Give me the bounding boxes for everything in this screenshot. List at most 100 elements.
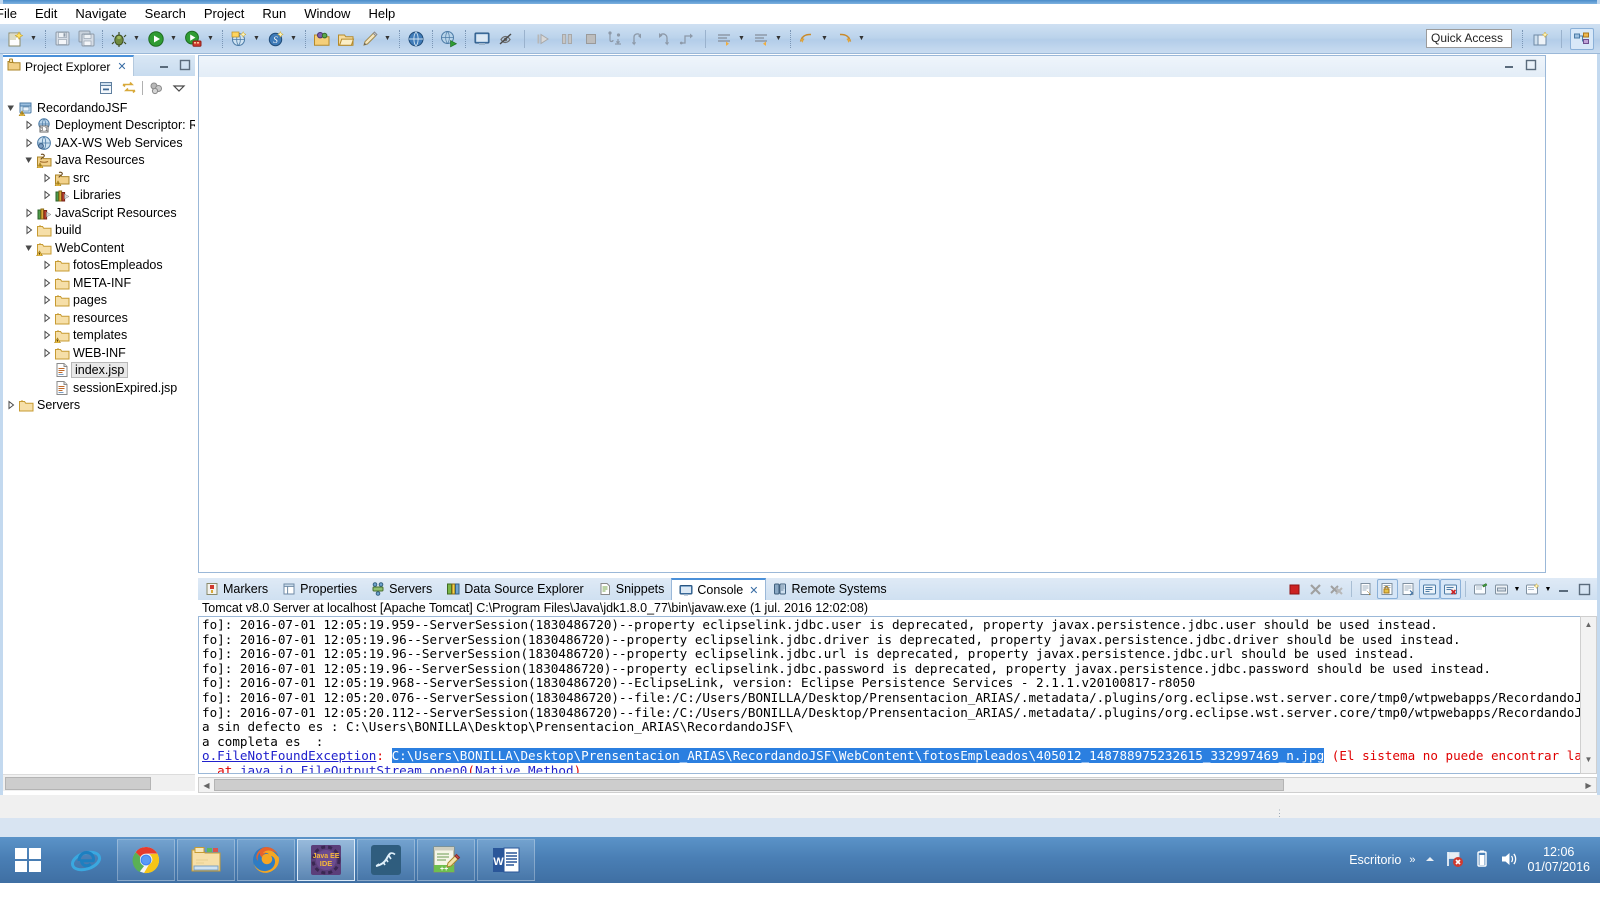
open-console-arrow[interactable]: ▼ [1543, 579, 1553, 599]
annotation-dropdown-arrow[interactable]: ▼ [382, 28, 393, 50]
scroll-up-arrow[interactable]: ▲ [1581, 617, 1596, 632]
display-selected-console-icon[interactable] [1491, 579, 1512, 599]
remove-launch-icon[interactable] [1305, 579, 1326, 599]
terminal-icon[interactable] [471, 28, 493, 50]
tree-item-javascript-resources[interactable]: JavaScript Resources [3, 204, 195, 222]
twisty-collapsed-icon[interactable] [41, 330, 53, 340]
battery-icon[interactable] [1473, 849, 1491, 872]
open-task-icon[interactable] [335, 28, 357, 50]
debug-icon[interactable] [108, 28, 130, 50]
step-return-icon[interactable] [652, 28, 674, 50]
new-server-dropdown-arrow[interactable]: ▼ [288, 28, 299, 50]
network-error-icon[interactable] [1445, 849, 1465, 872]
resume-icon[interactable] [532, 28, 554, 50]
open-type-icon[interactable] [311, 28, 333, 50]
console-text-segment[interactable]: o.FileNotFoundException [202, 748, 376, 764]
previous-annotation-dropdown-arrow[interactable]: ▼ [736, 28, 747, 50]
twisty-collapsed-icon[interactable] [23, 208, 35, 218]
tree-item-servers[interactable]: Servers [3, 397, 195, 415]
tab-console[interactable]: Console ✕ [671, 578, 767, 600]
tab-servers[interactable]: Servers [364, 578, 439, 600]
skip-breakpoints-icon[interactable] [495, 28, 517, 50]
back-icon[interactable] [796, 28, 818, 50]
new-wizard-dropdown-arrow[interactable]: ▼ [28, 28, 39, 50]
taskbar-app-notepad-plus-plus[interactable]: ++ [417, 839, 475, 881]
pin-console-icon[interactable] [1470, 579, 1491, 599]
link-with-editor-icon[interactable] [119, 78, 139, 97]
new-server-icon[interactable]: S [265, 28, 287, 50]
twisty-collapsed-icon[interactable] [41, 295, 53, 305]
menu-item-project[interactable]: Project [195, 4, 253, 24]
open-console-icon[interactable] [1522, 579, 1543, 599]
tab-remote-systems[interactable]: Remote Systems [766, 578, 893, 600]
scrollbar-thumb[interactable] [5, 776, 151, 790]
show-hidden-icons-arrow[interactable] [1423, 852, 1437, 869]
console-vertical-scrollbar[interactable]: ▲ ▼ [1580, 616, 1597, 774]
show-console-on-error-icon[interactable] [1440, 579, 1461, 599]
tab-project-explorer[interactable]: Project Explorer ✕ [3, 55, 134, 76]
console-text-segment[interactable]: java.io.FileOutputStream.open0 [240, 763, 467, 773]
tab-properties[interactable]: Properties [275, 578, 364, 600]
run-dropdown-arrow[interactable]: ▼ [168, 28, 179, 50]
run-icon[interactable] [145, 28, 167, 50]
menu-item-run[interactable]: Run [253, 4, 295, 24]
tree-item-fotosempleados[interactable]: fotosEmpleados [3, 257, 195, 275]
tree-item-web-inf[interactable]: WEB-INF [3, 344, 195, 362]
scroll-right-arrow[interactable]: ▶ [1581, 781, 1596, 790]
tree-item-jax-ws-web-services[interactable]: JAX-WS Web Services [3, 134, 195, 152]
editor-minimize-icon[interactable] [1503, 59, 1515, 74]
editor-maximize-icon[interactable] [1525, 59, 1537, 74]
menu-item-edit[interactable]: Edit [26, 4, 66, 24]
tree-item-meta-inf[interactable]: META-INF [3, 274, 195, 292]
tree-item-libraries[interactable]: Libraries [3, 187, 195, 205]
focus-icon[interactable] [146, 78, 166, 97]
step-over-icon[interactable] [628, 28, 650, 50]
tree-item-java-resources[interactable]: Java Resources [3, 152, 195, 170]
show-console-on-output-icon[interactable] [1419, 579, 1440, 599]
tab-data-source-explorer[interactable]: Data Source Explorer [439, 578, 591, 600]
minimize-icon[interactable] [157, 58, 170, 71]
run-on-server-icon[interactable] [438, 28, 460, 50]
collapse-all-icon[interactable] [96, 78, 116, 97]
start-button[interactable] [0, 837, 56, 883]
taskbar-app-file-explorer[interactable] [177, 839, 235, 881]
tree-item-index-jsp[interactable]: index.jsp [3, 362, 195, 380]
twisty-collapsed-icon[interactable] [41, 278, 53, 288]
clear-console-icon[interactable] [1356, 579, 1377, 599]
tree-item-src[interactable]: src [3, 169, 195, 187]
tree-item-templates[interactable]: templates [3, 327, 195, 345]
taskbar-app-google-chrome[interactable] [117, 839, 175, 881]
new-web-project-icon[interactable] [228, 28, 250, 50]
terminate-icon[interactable] [1284, 579, 1305, 599]
maximize-icon[interactable] [1574, 579, 1595, 599]
back-dropdown-arrow[interactable]: ▼ [819, 28, 830, 50]
menu-item-search[interactable]: Search [136, 4, 195, 24]
quick-access-input[interactable]: Quick Access [1426, 29, 1512, 48]
twisty-expanded-icon[interactable] [5, 103, 17, 113]
scroll-left-arrow[interactable]: ◀ [199, 781, 214, 790]
scroll-down-arrow[interactable]: ▼ [1581, 752, 1596, 767]
annotation-icon[interactable] [359, 28, 381, 50]
overflow-chevron-icon[interactable]: » [1409, 854, 1415, 866]
taskbar-app-eclipse-java-ee-ide[interactable]: Java EE IDE [297, 839, 355, 881]
show-desktop-label[interactable]: Escritorio [1349, 853, 1401, 867]
terminate-icon[interactable] [580, 28, 602, 50]
tree-item-pages[interactable]: pages [3, 292, 195, 310]
minimize-icon[interactable] [1553, 579, 1574, 599]
close-icon[interactable]: ✕ [117, 60, 126, 73]
tree-item-resources[interactable]: resources [3, 309, 195, 327]
tree-item-sessionexpired-jsp[interactable]: sessionExpired.jsp [3, 379, 195, 397]
suspend-icon[interactable] [556, 28, 578, 50]
tab-markers[interactable]: Markers [198, 578, 275, 600]
twisty-collapsed-icon[interactable] [41, 313, 53, 323]
debug-dropdown-arrow[interactable]: ▼ [131, 28, 142, 50]
twisty-collapsed-icon[interactable] [5, 400, 17, 410]
taskbar-app-internet-explorer[interactable] [57, 839, 115, 881]
twisty-collapsed-icon[interactable] [23, 138, 35, 148]
next-annotation-dropdown-arrow[interactable]: ▼ [773, 28, 784, 50]
twisty-expanded-icon[interactable] [23, 155, 35, 165]
save-all-icon[interactable] [75, 28, 97, 50]
open-perspective-icon[interactable] [1529, 28, 1553, 50]
twisty-collapsed-icon[interactable] [41, 348, 53, 358]
tree-item-build[interactable]: build [3, 222, 195, 240]
